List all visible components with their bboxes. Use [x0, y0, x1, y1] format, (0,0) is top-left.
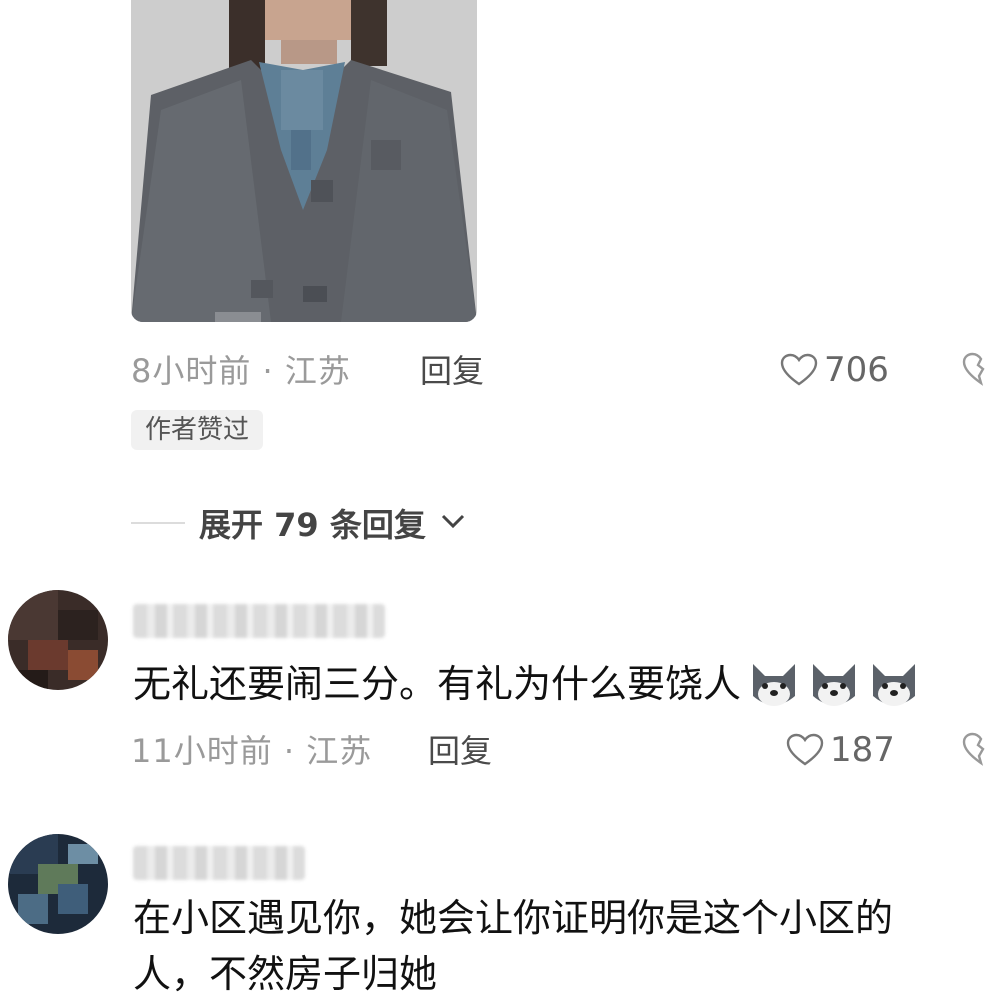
author-liked-badge: 作者赞过 [131, 410, 264, 450]
husky-dog-emoji [867, 660, 921, 714]
husky-dog-emoji [747, 660, 801, 714]
divider-line [131, 522, 185, 524]
like-button[interactable]: 187 [786, 730, 895, 770]
comment-time: 11小时前 [131, 732, 273, 770]
username[interactable] [133, 604, 385, 638]
expand-replies[interactable]: 展开 79 条回复 [131, 500, 466, 546]
comment-text: 在小区遇见你，她会让你证明你是这个小区的 人，不然房子归她 [133, 890, 993, 1002]
comment-time: 8小时前 [131, 352, 252, 390]
comment-image[interactable] [131, 0, 477, 322]
chevron-down-icon [440, 512, 466, 534]
reply-button[interactable]: 回复 [428, 726, 492, 772]
avatar[interactable] [8, 834, 108, 934]
dislike-button[interactable] [962, 732, 1000, 770]
expand-replies-label: 展开 79 条回复 [199, 506, 426, 544]
dislike-button[interactable] [962, 352, 1000, 390]
broken-heart-icon [962, 352, 1000, 390]
comment-location: 江苏 [284, 352, 351, 390]
username[interactable] [133, 846, 305, 880]
like-button[interactable]: 706 [780, 350, 889, 390]
comment-text-line: 在小区遇见你，她会让你证明你是这个小区的 [133, 896, 894, 940]
separator-dot: · [283, 732, 296, 770]
separator-dot: · [262, 352, 274, 390]
comment-time-location: 8小时前 · 江苏 [131, 346, 351, 392]
comment-time-location: 11小时前 · 江苏 [131, 726, 372, 772]
reply-button[interactable]: 回复 [420, 346, 484, 392]
like-count: 706 [824, 350, 889, 390]
broken-heart-icon [962, 732, 1000, 770]
comment-location: 江苏 [306, 732, 373, 770]
comment-text: 无礼还要闹三分。有礼为什么要饶人 [133, 662, 742, 706]
husky-dog-emoji [807, 660, 861, 714]
comment-text-row: 无礼还要闹三分。有礼为什么要饶人 [133, 656, 921, 714]
heart-icon [786, 733, 824, 767]
heart-icon [780, 353, 818, 387]
pixelated-portrait [131, 0, 477, 322]
like-count: 187 [830, 730, 895, 770]
avatar[interactable] [8, 590, 108, 690]
comment-text-line: 人，不然房子归她 [133, 952, 438, 996]
